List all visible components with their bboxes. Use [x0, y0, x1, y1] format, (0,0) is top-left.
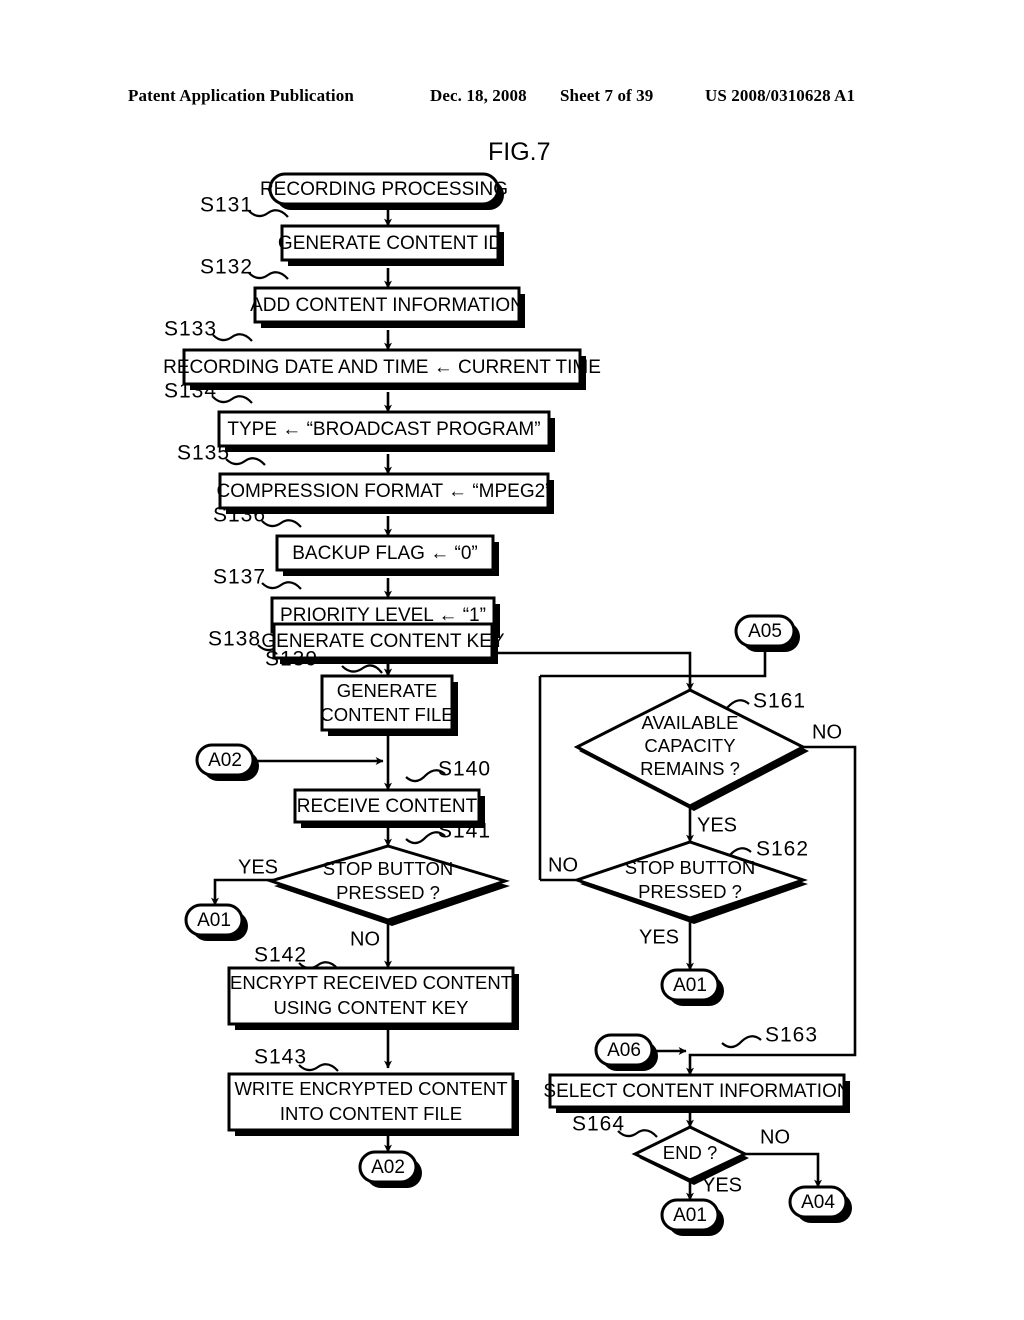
- node-label: END ?: [663, 1142, 718, 1163]
- node-label-line2: USING CONTENT KEY: [274, 997, 469, 1018]
- connector-a01-bottom: A01: [660, 1198, 724, 1236]
- node-label: SELECT CONTENT INFORMATION: [543, 1081, 850, 1102]
- node-s131: GENERATE CONTENT ID: [278, 224, 504, 266]
- node-s133: RECORDING DATE AND TIME ← CURRENT TIME: [163, 348, 601, 390]
- node-s135: COMPRESSION FORMAT ← “MPEG2”: [217, 472, 554, 514]
- node-label: COMPRESSION FORMAT ← “MPEG2”: [217, 481, 552, 502]
- step-id-s138: S138: [208, 628, 261, 651]
- step-id-s141: S141: [438, 820, 491, 843]
- node-s163: SELECT CONTENT INFORMATION: [543, 1073, 851, 1113]
- branch-label-s141-no: NO: [350, 928, 380, 950]
- node-recording-processing: RECORDING PROCESSING: [260, 172, 508, 210]
- branch-label-s161-no: NO: [812, 721, 842, 743]
- step-id-s136: S136: [213, 504, 266, 527]
- step-id-s135: S135: [177, 442, 230, 465]
- header-date-label: Dec. 18, 2008: [430, 86, 527, 105]
- connector-a04: A04: [788, 1185, 852, 1223]
- node-label: GENERATE CONTENT ID: [278, 233, 502, 254]
- step-id-s142: S142: [254, 944, 307, 967]
- connector-a06: A06: [594, 1033, 658, 1071]
- step-id-s161: S161: [753, 690, 806, 713]
- publication-header: Patent Application Publication Dec. 18, …: [0, 86, 1024, 114]
- connector-label: A05: [748, 621, 782, 642]
- node-label: RECEIVE CONTENT: [297, 796, 478, 817]
- node-label: TYPE ← “BROADCAST PROGRAM”: [227, 419, 540, 440]
- connector-a02-out: A02: [358, 1150, 422, 1188]
- connector-a01-mid: A01: [660, 968, 724, 1006]
- node-s134: TYPE ← “BROADCAST PROGRAM”: [217, 410, 555, 452]
- step-id-s133: S133: [164, 318, 217, 341]
- node-label-line1: STOP BUTTON: [625, 857, 756, 878]
- step-id-s131: S131: [200, 194, 253, 217]
- node-label-line2: PRESSED ?: [638, 881, 742, 902]
- node-s142: ENCRYPT RECEIVED CONTENT USING CONTENT K…: [227, 966, 519, 1030]
- connector-label: A01: [673, 975, 707, 996]
- branch-label-s162-no: NO: [548, 854, 578, 876]
- node-label-line2: INTO CONTENT FILE: [280, 1103, 462, 1124]
- node-label-line1: STOP BUTTON: [323, 858, 454, 879]
- connector-label: A06: [607, 1040, 641, 1061]
- connector-a05: A05: [734, 614, 800, 652]
- node-label-line1: ENCRYPT RECEIVED CONTENT: [230, 972, 512, 993]
- node-label-line1: AVAILABLE: [641, 712, 738, 733]
- node-label: RECORDING PROCESSING: [260, 179, 508, 200]
- node-label-line1: WRITE ENCRYPTED CONTENT: [234, 1078, 507, 1099]
- connector-label: A01: [197, 910, 231, 931]
- node-label: BACKUP FLAG ← “0”: [292, 543, 477, 564]
- header-sheet-label: Sheet 7 of 39: [560, 86, 654, 105]
- header-publication-label: Patent Application Publication: [128, 86, 354, 105]
- step-id-s164: S164: [572, 1113, 625, 1136]
- connector-label: A01: [673, 1205, 707, 1226]
- node-label: ADD CONTENT INFORMATION: [250, 295, 524, 316]
- connector-label: A04: [801, 1192, 835, 1213]
- branch-label-s162-yes: YES: [639, 926, 679, 948]
- step-id-s140: S140: [438, 758, 491, 781]
- branch-label-s164-no: NO: [760, 1126, 790, 1148]
- flowchart-diagram: RECORDING PROCESSING GENERATE CONTENT ID…: [163, 172, 857, 1236]
- step-id-s139: S139: [265, 648, 318, 671]
- patent-page: Patent Application Publication Dec. 18, …: [0, 0, 1024, 1320]
- branch-label-s161-yes: YES: [697, 814, 737, 836]
- node-s143: WRITE ENCRYPTED CONTENT INTO CONTENT FIL…: [227, 1072, 519, 1136]
- header-patent-number: US 2008/0310628 A1: [705, 86, 856, 105]
- step-id-s134: S134: [164, 380, 217, 403]
- node-label-line1: GENERATE: [337, 680, 437, 701]
- figure-container: FIG.7 RECORDING PROCESSING GENERATE CONT…: [0, 130, 1024, 1270]
- node-label-line2: CAPACITY: [644, 735, 735, 756]
- step-id-s143: S143: [254, 1046, 307, 1069]
- connector-a01-left: A01: [184, 903, 248, 941]
- node-s139: GENERATE CONTENT FILE: [320, 674, 458, 736]
- connector-label: A02: [208, 750, 242, 771]
- node-s141: STOP BUTTON PRESSED ?: [266, 844, 510, 926]
- step-id-s132: S132: [200, 256, 253, 279]
- branch-label-s164-yes: YES: [702, 1174, 742, 1196]
- node-label-line2: PRESSED ?: [336, 882, 440, 903]
- step-id-s162: S162: [756, 838, 809, 861]
- node-label-line2: CONTENT FILE: [320, 704, 453, 725]
- connector-label: A02: [371, 1157, 405, 1178]
- node-label: RECORDING DATE AND TIME ← CURRENT TIME: [163, 357, 601, 378]
- node-s132: ADD CONTENT INFORMATION: [250, 286, 525, 328]
- step-id-s137: S137: [213, 566, 266, 589]
- node-s136: BACKUP FLAG ← “0”: [275, 534, 499, 576]
- node-label-line3: REMAINS ?: [640, 758, 740, 779]
- step-id-s163: S163: [765, 1024, 818, 1047]
- branch-label-s141-yes: YES: [238, 856, 278, 878]
- connector-a02-in: A02: [195, 743, 259, 781]
